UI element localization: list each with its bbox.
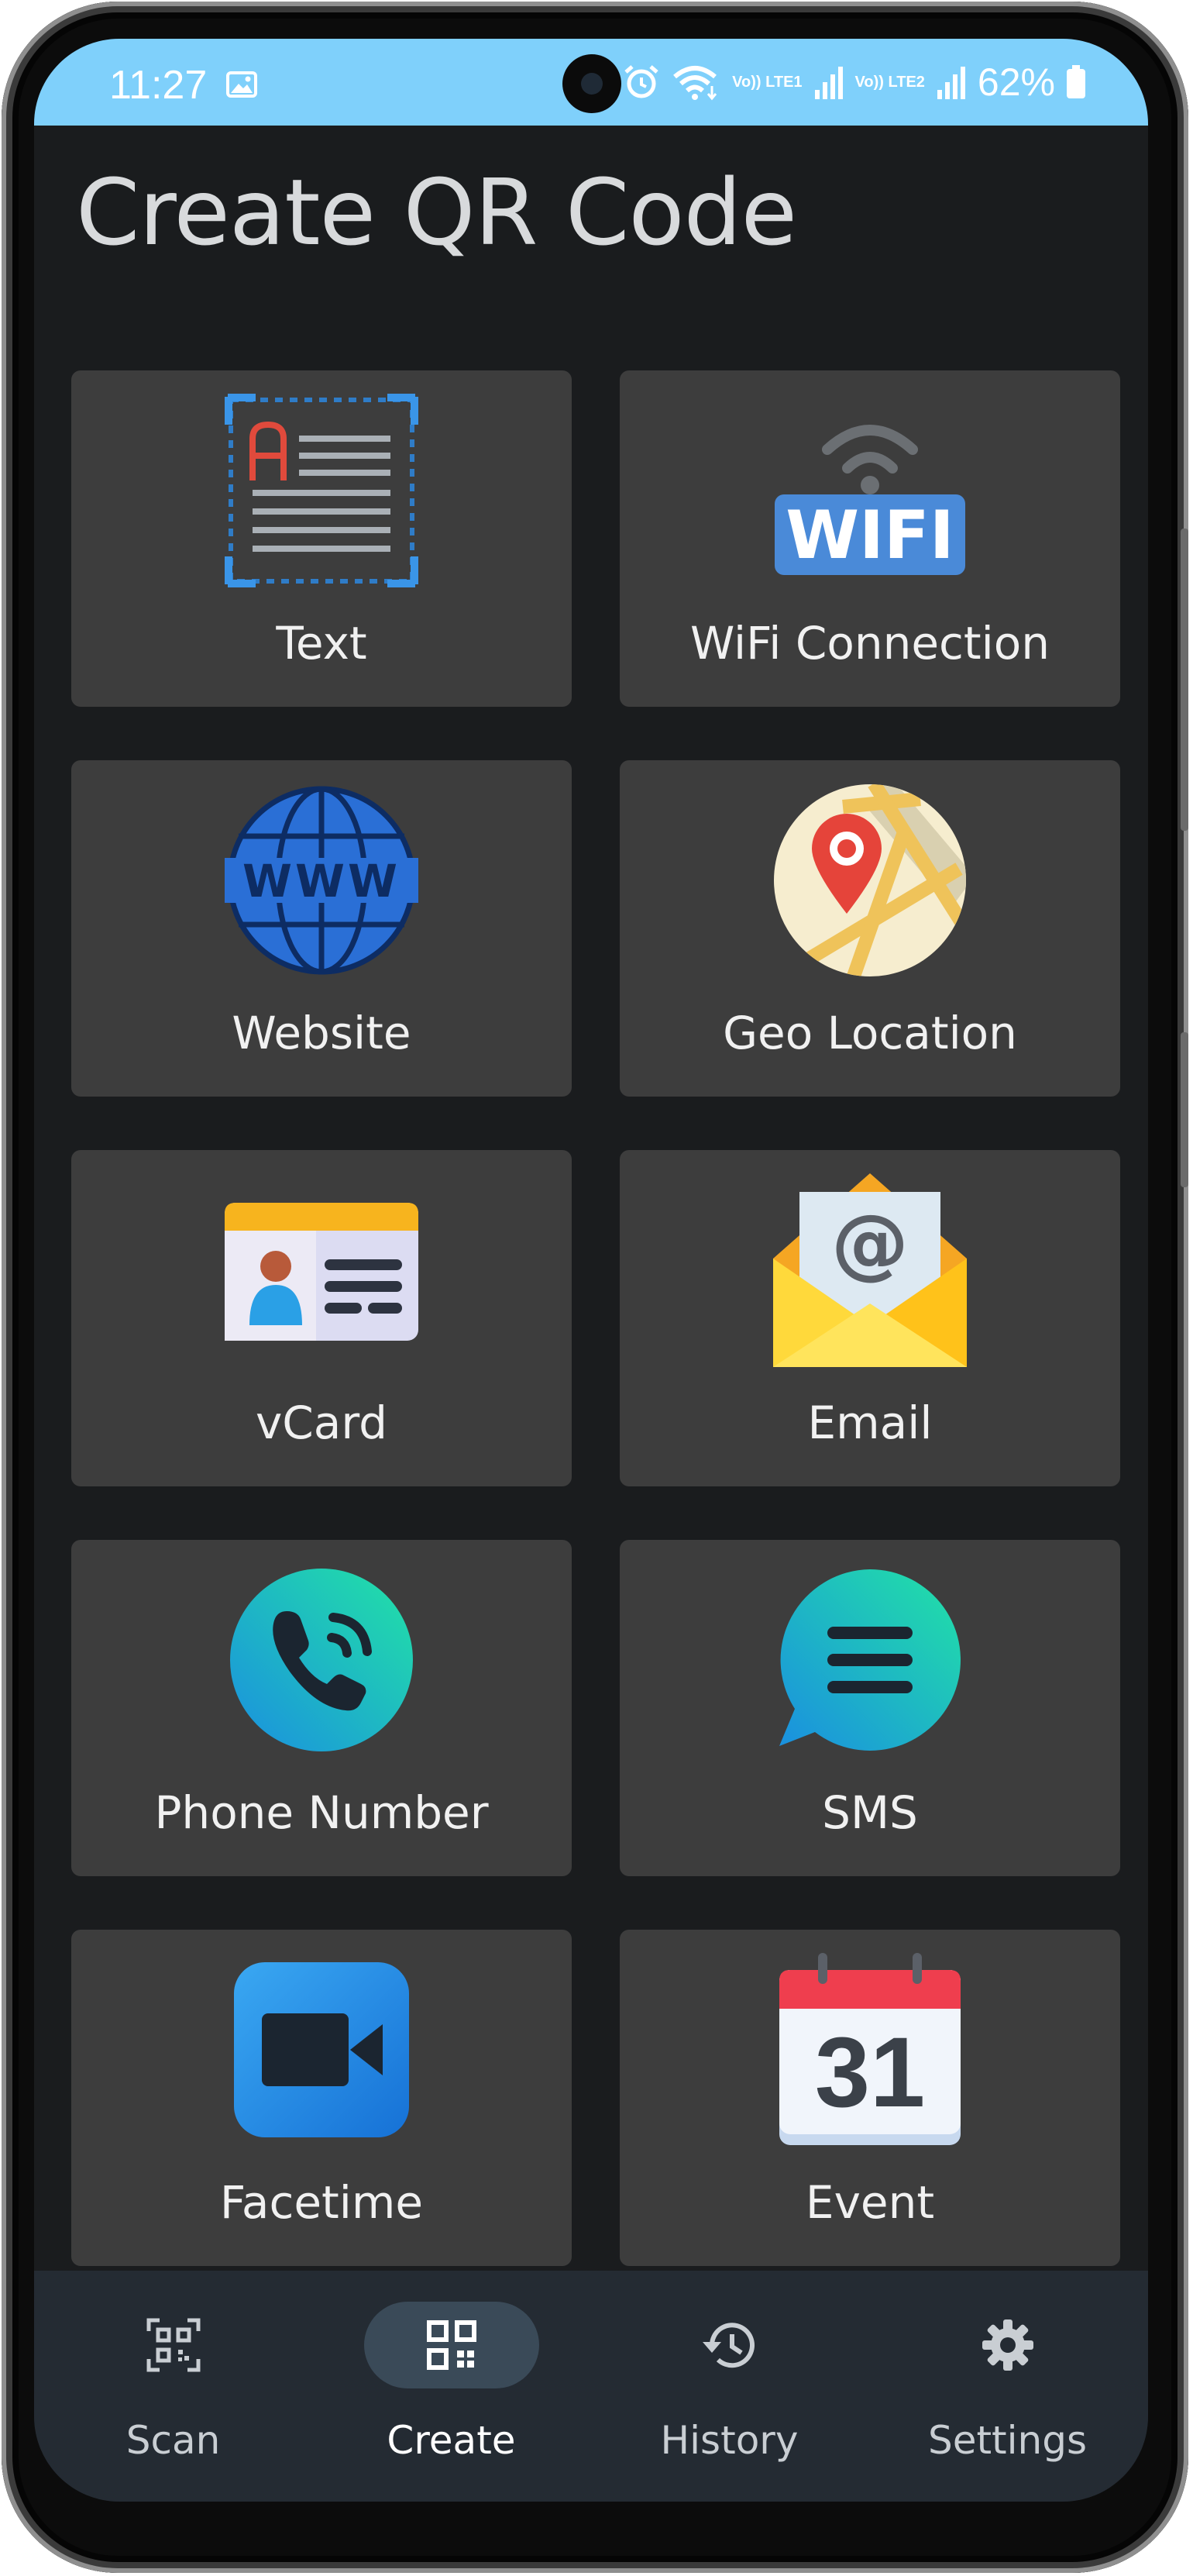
signal-bars-2-icon xyxy=(937,67,965,99)
page-title: Create QR Code xyxy=(76,159,797,266)
history-icon xyxy=(702,2323,755,2368)
option-label: Phone Number xyxy=(154,1786,489,1839)
option-label: vCard xyxy=(255,1396,387,1449)
volume-button xyxy=(1181,529,1188,831)
contact-card-icon xyxy=(225,1203,418,1341)
phone-icon xyxy=(230,1569,413,1751)
option-sms[interactable]: SMS xyxy=(620,1540,1120,1876)
volte-lte2: Vo)) LTE2 xyxy=(855,74,925,90)
nav-history-icon-wrap xyxy=(642,2302,817,2388)
nav-settings-label: Settings xyxy=(927,2418,1088,2463)
svg-text:@: @ xyxy=(831,1197,909,1288)
chat-bubble-icon xyxy=(779,1569,961,1751)
nav-scan[interactable]: Scan xyxy=(34,2271,312,2502)
signal-bars-1-icon xyxy=(814,67,843,99)
wifi-badge-text: WIFI xyxy=(786,497,954,574)
option-label: Website xyxy=(232,1007,411,1059)
wifi-icon: WIFI xyxy=(775,425,965,575)
globe-www-icon: WWW xyxy=(225,786,418,975)
phone-screen: 11:27 Vo)) LTE1 Vo)) LTE2 62% Create QR … xyxy=(34,39,1148,2502)
status-bar: 11:27 Vo)) LTE1 Vo)) LTE2 62% xyxy=(34,39,1148,126)
nav-settings-icon-wrap xyxy=(920,2302,1095,2388)
nav-settings[interactable]: Settings xyxy=(868,2271,1147,2502)
lte1-label: Vo)) LTE1 xyxy=(732,74,803,91)
bottom-navigation: Scan Create History Settings xyxy=(34,2271,1148,2502)
option-event[interactable]: 31 Event xyxy=(620,1930,1120,2266)
text-document-icon xyxy=(225,394,418,587)
nav-scan-label: Scan xyxy=(125,2418,221,2463)
option-geo-location[interactable]: Geo Location xyxy=(620,760,1120,1097)
option-label: SMS xyxy=(822,1786,918,1839)
option-wifi[interactable]: WIFI WiFi Connection xyxy=(620,370,1120,707)
option-label: Email xyxy=(807,1396,933,1449)
status-time: 11:27 xyxy=(109,63,208,108)
wifi-signal-icon xyxy=(673,66,717,101)
alarm-icon xyxy=(624,65,658,98)
battery-percent: 62% xyxy=(977,60,1055,104)
nav-create-pill xyxy=(363,2302,539,2388)
map-pin-icon xyxy=(774,784,966,976)
status-icons: Vo)) LTE1 Vo)) LTE2 62% xyxy=(622,59,1086,105)
nav-scan-icon-wrap xyxy=(86,2302,261,2388)
www-text: WWW xyxy=(242,855,401,907)
lte2-label: Vo)) LTE2 xyxy=(854,74,925,91)
nav-create[interactable]: Create xyxy=(312,2271,590,2502)
option-label: Geo Location xyxy=(723,1007,1017,1059)
video-camera-icon xyxy=(234,1962,409,2137)
option-label: WiFi Connection xyxy=(689,617,1050,670)
gear-icon xyxy=(982,2319,1033,2371)
option-email[interactable]: @ Email xyxy=(620,1150,1120,1486)
front-camera xyxy=(562,54,621,113)
qr-scan-icon xyxy=(146,2318,200,2372)
nav-create-label: Create xyxy=(387,2418,516,2463)
option-label: Facetime xyxy=(219,2176,424,2229)
option-text[interactable]: Text xyxy=(71,370,572,707)
option-facetime[interactable]: Facetime xyxy=(71,1930,572,2266)
power-button xyxy=(1181,1032,1188,1187)
option-phone-number[interactable]: Phone Number xyxy=(71,1540,572,1876)
volte-lte1: Vo)) LTE1 xyxy=(732,74,802,90)
option-website[interactable]: WWW Website xyxy=(71,760,572,1097)
gallery-notification-icon xyxy=(226,71,257,98)
envelope-at-icon: @ xyxy=(773,1173,967,1367)
option-label: Event xyxy=(805,2176,935,2229)
nav-history-label: History xyxy=(660,2418,799,2463)
option-vcard[interactable]: vCard xyxy=(71,1150,572,1486)
battery-icon xyxy=(1067,65,1085,98)
nav-history[interactable]: History xyxy=(590,2271,868,2502)
calendar-icon: 31 xyxy=(779,1953,961,2145)
qr-grid-icon xyxy=(426,2320,476,2370)
option-label: Text xyxy=(276,617,367,670)
calendar-day: 31 xyxy=(815,2017,925,2128)
